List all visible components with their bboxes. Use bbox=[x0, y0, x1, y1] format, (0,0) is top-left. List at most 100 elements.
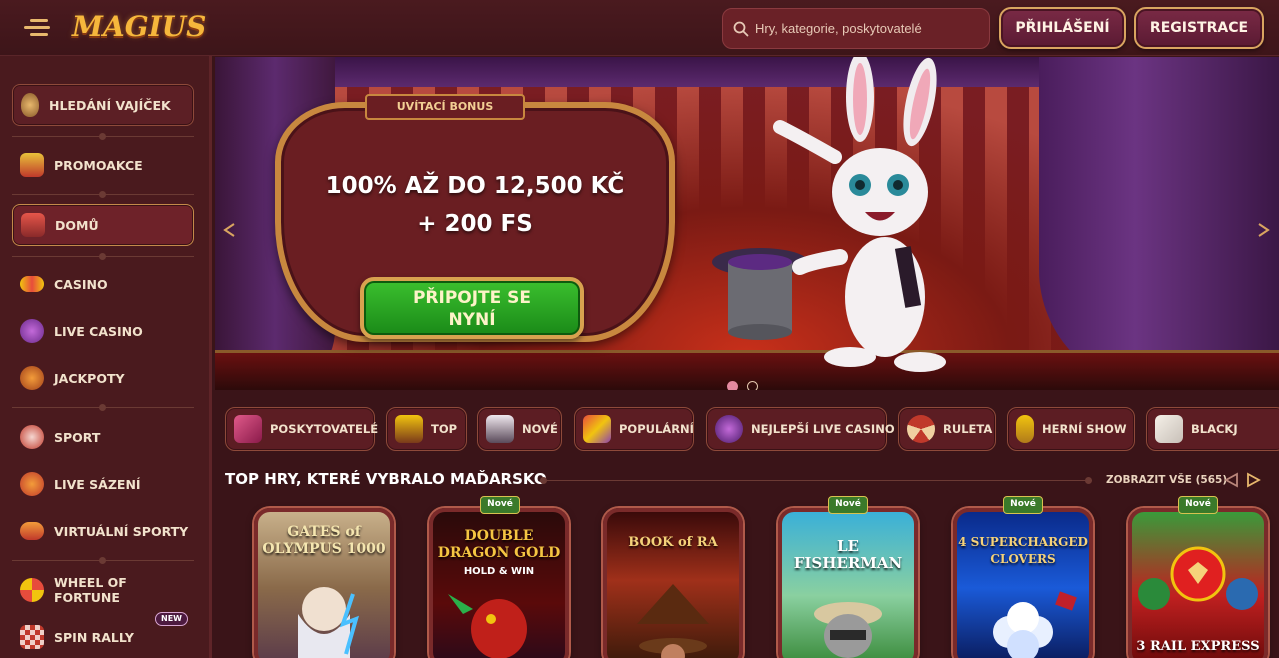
category-label: NOVÉ bbox=[522, 422, 558, 436]
category-label: POSKYTOVATELÉ bbox=[270, 422, 379, 436]
sidebar-divider bbox=[12, 253, 194, 260]
game-card-3-rail-express[interactable]: 3 RAIL EXPRESS bbox=[1128, 508, 1268, 658]
search-box[interactable] bbox=[722, 8, 990, 49]
bonus-tag: UVÍTACÍ BONUS bbox=[365, 94, 525, 120]
dragon-image bbox=[448, 594, 527, 658]
live-casino-icon bbox=[20, 319, 44, 343]
top-header: MAGIUS PŘIHLÁŠENÍ REGISTRACE bbox=[0, 0, 1279, 56]
game-title: DOUBLE DRAGON GOLD bbox=[437, 528, 561, 561]
category-roulette[interactable]: RULETA bbox=[898, 407, 996, 451]
sidebar-item-label: JACKPOTY bbox=[54, 370, 125, 386]
sidebar-divider bbox=[12, 557, 194, 564]
category-bar: POSKYTOVATELÉ TOP NOVÉ POPULÁRNÍ NEJLEPŠ… bbox=[225, 407, 1279, 451]
games-next-icon[interactable] bbox=[1245, 472, 1263, 488]
sidebar-item-home[interactable]: DOMŮ bbox=[12, 204, 194, 246]
gamepad-icon bbox=[20, 522, 44, 540]
category-label: NEJLEPŠÍ LIVE CASINO bbox=[751, 422, 895, 436]
bonus-headline: 100% AŽ DO 12,500 KČ + 200 FS bbox=[275, 167, 675, 243]
game-card-book-of-ra[interactable]: BOOK of RA bbox=[603, 508, 743, 658]
raccoon-image bbox=[814, 602, 882, 658]
game-card-supercharged-clovers[interactable]: 4 SUPERCHARGED CLOVERS bbox=[953, 508, 1093, 658]
login-button[interactable]: PŘIHLÁŠENÍ bbox=[999, 7, 1126, 49]
game-card-le-fisherman[interactable]: LE FISHERMAN bbox=[778, 508, 918, 658]
sidebar-item-label: CASINO bbox=[54, 276, 108, 292]
trophy-icon bbox=[20, 425, 44, 449]
bonus-line-1: 100% AŽ DO 12,500 KČ bbox=[325, 173, 625, 199]
search-input[interactable] bbox=[755, 9, 985, 48]
sidebar-item-sport[interactable]: SPORT bbox=[12, 416, 194, 458]
new-badge: Nové bbox=[1178, 496, 1218, 514]
join-now-button[interactable]: PŘIPOJTE SE NYNÍ bbox=[360, 277, 584, 339]
explorer-image bbox=[637, 584, 709, 658]
site-logo[interactable]: MAGIUS bbox=[72, 10, 206, 48]
microphone-icon bbox=[1016, 415, 1034, 443]
category-label: POPULÁRNÍ bbox=[619, 422, 694, 436]
hero-banner[interactable]: UVÍTACÍ BONUS 100% AŽ DO 12,500 KČ + 200… bbox=[215, 57, 1279, 390]
game-title: BOOK of RA bbox=[628, 535, 718, 550]
carousel-dot[interactable] bbox=[747, 381, 758, 390]
sidebar-item-label: LIVE SÁZENÍ bbox=[54, 476, 141, 492]
sidebar-item-spin-rally[interactable]: SPIN RALLY NEW bbox=[12, 612, 194, 658]
carousel-dots bbox=[727, 381, 767, 390]
category-best-live-casino[interactable]: NEJLEPŠÍ LIVE CASINO bbox=[706, 407, 895, 451]
view-all-link[interactable]: ZOBRAZIT VŠE (565) bbox=[1106, 474, 1227, 486]
sidebar-item-virtual-sports[interactable]: VIRTUÁLNÍ SPORTY bbox=[12, 510, 194, 552]
wheel-icon bbox=[20, 578, 44, 602]
cards-icon bbox=[1155, 415, 1183, 443]
join-button-line-1: PŘIPOJTE SE bbox=[412, 288, 532, 308]
section-title: TOP HRY, KTERÉ VYBRALO MAĎARSKO bbox=[225, 470, 547, 488]
category-label: BLACKJ bbox=[1191, 422, 1238, 436]
category-top[interactable]: TOP bbox=[386, 407, 467, 451]
sidebar-item-label: VIRTUÁLNÍ SPORTY bbox=[54, 523, 189, 539]
sidebar-item-promotions[interactable]: PROMOAKCE bbox=[12, 144, 194, 186]
carousel-dot[interactable] bbox=[727, 381, 738, 390]
train-image bbox=[1138, 546, 1258, 610]
new-badge: NEW bbox=[155, 612, 188, 626]
sidebar-item-live-betting[interactable]: LIVE SÁZENÍ bbox=[12, 463, 194, 505]
sidebar-item-label: PROMOAKCE bbox=[54, 157, 143, 173]
sidebar-item-label: HLEDÁNÍ VAJÍČEK bbox=[49, 97, 171, 113]
category-popular[interactable]: POPULÁRNÍ bbox=[574, 407, 694, 451]
register-button[interactable]: REGISTRACE bbox=[1134, 7, 1264, 49]
book-icon bbox=[234, 415, 262, 443]
new-badge: Nové bbox=[480, 496, 520, 514]
sidebar-item-live-casino[interactable]: LIVE CASINO bbox=[12, 310, 194, 352]
sidebar-item-label: LIVE CASINO bbox=[54, 323, 143, 339]
gift-icon bbox=[20, 153, 44, 177]
menu-icon[interactable] bbox=[24, 19, 50, 37]
bonus-line-2: + 200 FS bbox=[417, 211, 533, 237]
game-title: LE FISHERMAN bbox=[793, 537, 903, 572]
bunny-hat-icon bbox=[486, 415, 514, 443]
sidebar-item-casino[interactable]: CASINO bbox=[12, 263, 194, 305]
category-blackjack[interactable]: BLACKJ bbox=[1146, 407, 1279, 451]
slot-icon bbox=[20, 276, 44, 292]
game-subtitle: HOLD & WIN bbox=[463, 566, 535, 577]
game-card-gates-of-olympus[interactable]: GATES of OLYMPUS 1000 bbox=[254, 508, 394, 658]
flag-icon bbox=[20, 625, 44, 649]
sidebar-item-label: SPORT bbox=[54, 429, 101, 445]
sidebar-item-jackpots[interactable]: JACKPOTY bbox=[12, 357, 194, 399]
live-bet-icon bbox=[20, 472, 44, 496]
category-providers[interactable]: POSKYTOVATELÉ bbox=[225, 407, 379, 451]
games-prev-icon[interactable] bbox=[1222, 472, 1240, 488]
category-new[interactable]: NOVÉ bbox=[477, 407, 562, 451]
sidebar-item-wheel-of-fortune[interactable]: WHEEL OF FORTUNE bbox=[12, 569, 194, 611]
sidebar-item-label: SPIN RALLY bbox=[54, 629, 134, 645]
sidebar-item-label: DOMŮ bbox=[55, 217, 99, 233]
egg-icon bbox=[21, 93, 39, 117]
carousel-next-icon[interactable] bbox=[1255, 222, 1271, 238]
game-title: 4 SUPERCHARGED CLOVERS bbox=[958, 535, 1088, 566]
sidebar-item-egg-hunt[interactable]: HLEDÁNÍ VAJÍČEK bbox=[12, 84, 194, 126]
jackpot-icon bbox=[20, 366, 44, 390]
category-game-shows[interactable]: HERNÍ SHOW bbox=[1007, 407, 1135, 451]
sidebar-divider bbox=[12, 133, 194, 140]
carousel-prev-icon[interactable] bbox=[222, 222, 238, 238]
new-badge: Nové bbox=[1003, 496, 1043, 514]
game-title: GATES of OLYMPUS 1000 bbox=[262, 524, 386, 557]
curtain-decoration bbox=[1039, 57, 1279, 390]
game-card-double-dragon-gold[interactable]: DOUBLE DRAGON GOLD HOLD & WIN bbox=[429, 508, 569, 658]
crystal-ball-icon bbox=[715, 415, 743, 443]
sidebar: HLEDÁNÍ VAJÍČEK PROMOAKCE DOMŮ CASINO LI… bbox=[0, 56, 212, 658]
new-badge: Nové bbox=[828, 496, 868, 514]
star-hat-icon bbox=[395, 415, 423, 443]
